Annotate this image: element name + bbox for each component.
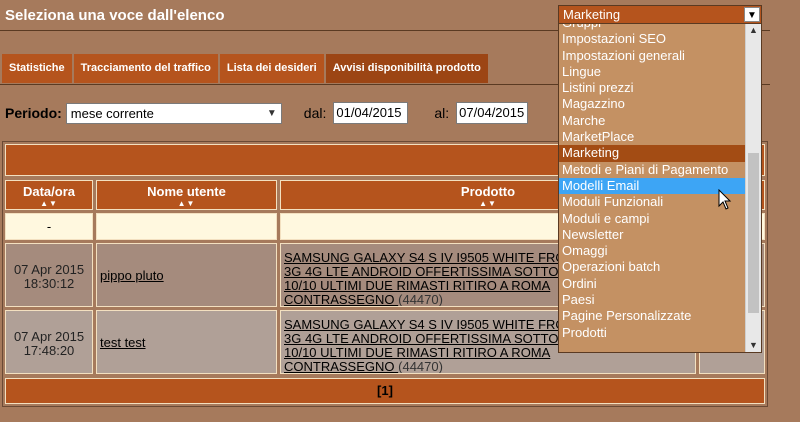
scrollbar-thumb[interactable] xyxy=(748,153,759,313)
periodo-label: Periodo: xyxy=(5,105,62,121)
section-select[interactable]: Marketing ▼ xyxy=(558,5,762,24)
dropdown-item[interactable]: Impostazioni SEO xyxy=(559,31,747,47)
tab-statistiche[interactable]: Statistiche xyxy=(2,54,72,83)
dropdown-item[interactable]: Moduli e campi xyxy=(559,211,747,227)
mouse-pointer-icon xyxy=(718,189,732,210)
dropdown-item[interactable]: Magazzino xyxy=(559,96,747,112)
product-line: CONTRASSEGNO xyxy=(284,359,395,374)
filter-dash: - xyxy=(46,219,52,234)
sort-arrows-icon[interactable]: ▲▼ xyxy=(97,199,276,208)
dropdown-item[interactable]: Listini prezzi xyxy=(559,80,747,96)
sort-arrows-icon[interactable]: ▲▼ xyxy=(6,199,92,208)
filter-cell-user[interactable] xyxy=(96,213,277,240)
al-date-value: 07/04/2015 xyxy=(459,105,525,120)
dal-date-value: 01/04/2015 xyxy=(336,105,402,120)
column-header-label: Nome utente xyxy=(147,184,226,199)
table-row-user: test test xyxy=(96,310,277,374)
period-filter-row: Periodo: mese corrente ▼ dal: 01/04/2015… xyxy=(5,101,529,125)
column-header-label: Data/ora xyxy=(22,184,76,199)
dropdown-item[interactable]: Prodotti xyxy=(559,325,747,341)
filter-cell-date[interactable]: - xyxy=(5,213,93,240)
column-header-user[interactable]: Nome utente ▲▼ xyxy=(96,180,277,210)
column-header-date[interactable]: Data/ora ▲▼ xyxy=(5,180,93,210)
al-date-input[interactable]: 07/04/2015 xyxy=(456,102,529,124)
pagination: [1] xyxy=(5,378,765,404)
dropdown-item-selected[interactable]: Marketing xyxy=(559,145,747,162)
periodo-select[interactable]: mese corrente ▼ xyxy=(65,102,282,124)
table-row-date: 07 Apr 2015 17:48:20 xyxy=(5,310,93,374)
chevron-down-icon: ▼ xyxy=(744,7,760,22)
dropdown-item[interactable]: Lingue xyxy=(559,64,747,80)
dropdown-item[interactable]: Newsletter xyxy=(559,227,747,243)
scroll-down-icon[interactable]: ▼ xyxy=(746,338,761,352)
section-dropdown-list[interactable]: Gruppi Impostazioni SEO Impostazioni gen… xyxy=(558,22,762,353)
tab-tracciamento-traffico[interactable]: Tracciamento del traffico xyxy=(73,54,218,83)
al-label: al: xyxy=(434,105,450,121)
row-time: 17:48:20 xyxy=(23,343,75,358)
table-row-date: 07 Apr 2015 18:30:12 xyxy=(5,243,93,307)
tab-avvisi-disponibilita[interactable]: Avvisi disponibilità prodotto xyxy=(325,54,488,83)
dropdown-item[interactable]: Operazioni batch xyxy=(559,259,747,275)
dropdown-item[interactable]: Paesi xyxy=(559,292,747,308)
dropdown-item[interactable]: Ordini xyxy=(559,276,747,292)
dropdown-item[interactable]: Impostazioni generali xyxy=(559,48,747,64)
user-link[interactable]: test test xyxy=(100,335,146,350)
page-link[interactable]: [1] xyxy=(377,383,393,398)
column-header-label: Prodotto xyxy=(460,184,516,199)
scroll-up-icon[interactable]: ▲ xyxy=(746,23,761,37)
dropdown-item[interactable]: MarketPlace xyxy=(559,129,747,145)
dropdown-item[interactable]: Metodi e Piani di Pagamento xyxy=(559,162,747,178)
tab-lista-desideri[interactable]: Lista dei desideri xyxy=(219,54,324,83)
user-link[interactable]: pippo pluto xyxy=(100,268,164,283)
product-id: (44470) xyxy=(398,359,443,374)
row-date: 07 Apr 2015 xyxy=(13,262,85,277)
page-title: Seleziona una voce dall'elenco xyxy=(5,7,225,24)
section-select-value: Marketing xyxy=(563,7,621,22)
periodo-select-value: mese corrente xyxy=(70,105,154,121)
product-id: (44470) xyxy=(398,292,443,307)
row-date: 07 Apr 2015 xyxy=(13,329,85,344)
dropdown-scrollbar[interactable]: ▲ ▼ xyxy=(745,23,761,352)
product-line: CONTRASSEGNO xyxy=(284,292,395,307)
dal-label: dal: xyxy=(303,105,327,121)
dropdown-item[interactable]: Omaggi xyxy=(559,243,747,259)
dropdown-item[interactable]: Marche xyxy=(559,113,747,129)
row-time: 18:30:12 xyxy=(23,276,75,291)
dropdown-item[interactable]: Pagine Personalizzate xyxy=(559,308,747,324)
dal-date-input[interactable]: 01/04/2015 xyxy=(333,102,409,124)
table-row-user: pippo pluto xyxy=(96,243,277,307)
tab-bar: Statistiche Tracciamento del traffico Li… xyxy=(2,54,490,83)
chevron-down-icon: ▼ xyxy=(266,107,277,119)
